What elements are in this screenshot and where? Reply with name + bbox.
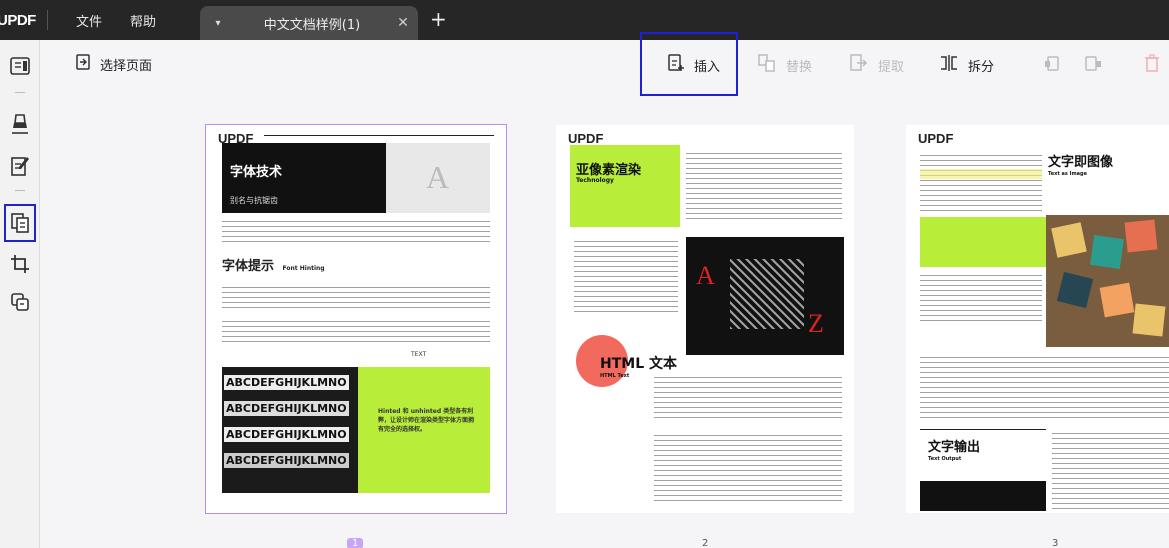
hero-title: 亚像素渲染 [576,163,642,178]
letters-image: ABCDEFGHIJKLMNO ABCDEFGHIJKLMNO ABCDEFGH… [222,367,358,493]
page-number-3[interactable]: 3 [1052,538,1058,548]
edit-text-icon[interactable] [6,152,34,180]
menu-file[interactable]: 文件 [76,11,102,30]
trash-icon [1144,54,1160,76]
extract-button[interactable]: 提取 [850,54,904,76]
select-pages-button[interactable]: 选择页面 [76,54,152,74]
extract-label: 提取 [878,59,905,75]
intro-paragraph [920,155,1042,211]
new-tab-icon[interactable]: + [430,9,447,29]
letters-row: ABCDEFGHIJKLMNO [224,453,349,468]
convert-icon[interactable] [6,288,34,316]
page-toolbar: 选择页面 插入 替换 提取 拆分 [40,40,1169,90]
comment-marker-icon[interactable] [6,110,34,138]
section-title-text: 字体提示 [222,259,275,274]
highlight-mark [920,169,1042,179]
body-paragraph [222,287,490,311]
letter-grid-image: A Z [686,237,844,355]
body-paragraph [920,275,1042,325]
crop-icon[interactable] [6,250,34,278]
body-paragraph [574,241,678,315]
left-toolbar-divider [15,92,25,93]
tab-dropdown-icon[interactable]: ▾ [200,18,236,29]
letters-row: ABCDEFGHIJKLMNO [224,401,349,416]
titlebar-divider [47,10,48,30]
hero-subtitle: Technology [576,177,614,184]
section-subtitle: Font Hinting [282,265,325,272]
replace-button[interactable]: 替换 [758,54,812,76]
delete-button[interactable] [1144,54,1160,76]
text-to-image-title: 文字即图像 [1048,155,1114,170]
hero-title: 字体技术 [230,165,283,180]
tab-close-icon[interactable]: ✕ [388,15,418,31]
body-paragraph [654,435,842,501]
select-pages-label: 选择页面 [100,58,153,74]
page-number-1[interactable]: 1 [347,538,364,548]
insert-highlight-box [640,32,738,96]
rotate-right-button[interactable] [1084,54,1102,76]
left-toolbar [0,40,40,548]
left-toolbar-divider [15,190,25,191]
rule [264,135,494,136]
letter-tiles-image [1046,215,1169,347]
green-box-text: Hinted 和 unhinted 类型各有利弊，让设计师在渲染类型字体方面拥有… [378,408,475,433]
page-thumbnail-3[interactable]: UPDF 文字即图像 Text as Image 文字输出 Text Outpu… [906,125,1169,513]
green-block [920,217,1046,267]
reader-icon[interactable] [6,52,34,80]
page-badge: UPDF [568,131,604,146]
organize-pages-icon[interactable] [4,204,36,242]
tab-title: 中文文档样例(1) [263,17,361,33]
page-badge: UPDF [918,131,954,146]
rotate-left-button[interactable] [1044,54,1062,76]
replace-page-icon [758,54,776,76]
split-page-icon [940,54,958,76]
extract-page-icon [850,54,868,76]
letters-row: ABCDEFGHIJKLMNO [224,427,349,442]
hero-block: 字体技术 别名与抗锯齿 [222,143,386,213]
text-output-subtitle: Text Output [928,456,962,462]
letters-row: ABCDEFGHIJKLMNO [224,375,349,390]
body-paragraph [654,377,842,421]
document-tab[interactable]: ▾ 中文文档样例(1) ✕ [200,6,418,40]
black-block [920,481,1046,511]
letter-a-image: A [386,143,490,213]
hero-block: 亚像素渲染 Technology [570,145,680,227]
html-subtitle: HTML Text [600,373,630,379]
page-thumbnail-2[interactable]: UPDF 亚像素渲染 Technology A Z HTML 文本 HTML T… [556,125,854,513]
intro-paragraph [222,221,490,243]
html-title: HTML 文本 [600,356,677,372]
rotate-right-icon [1084,54,1102,76]
hero-subtitle: 别名与抗锯齿 [230,196,278,205]
section-title: 字体提示 Font Hinting [222,255,325,274]
text-output-block: 文字输出 Text Output [920,429,1046,475]
split-label: 拆分 [968,59,995,75]
split-button[interactable]: 拆分 [940,54,994,76]
intro-paragraph [686,153,842,223]
text-as-image-subtitle: Text as Image [1048,171,1087,177]
title-bar: UPDF 文件 帮助 ▾ 中文文档样例(1) ✕ + [0,0,1169,40]
page-thumbnail-1[interactable]: UPDF 字体技术 别名与抗锯齿 A 字体提示 Font Hinting TEX… [205,124,507,514]
text-output-title: 文字输出 [928,440,981,455]
replace-label: 替换 [786,59,813,75]
green-box: Hinted 和 unhinted 类型各有利弊，让设计师在渲染类型字体方面拥有… [358,367,490,493]
body-paragraph [222,321,490,343]
text-label: TEXT [411,351,427,358]
app-logo: UPDF [0,11,36,29]
menu-help[interactable]: 帮助 [130,11,156,30]
select-pages-icon [76,54,90,74]
body-paragraph [920,357,1169,421]
rotate-left-icon [1044,54,1062,76]
body-paragraph [1052,433,1169,509]
page-number-2[interactable]: 2 [702,538,708,548]
